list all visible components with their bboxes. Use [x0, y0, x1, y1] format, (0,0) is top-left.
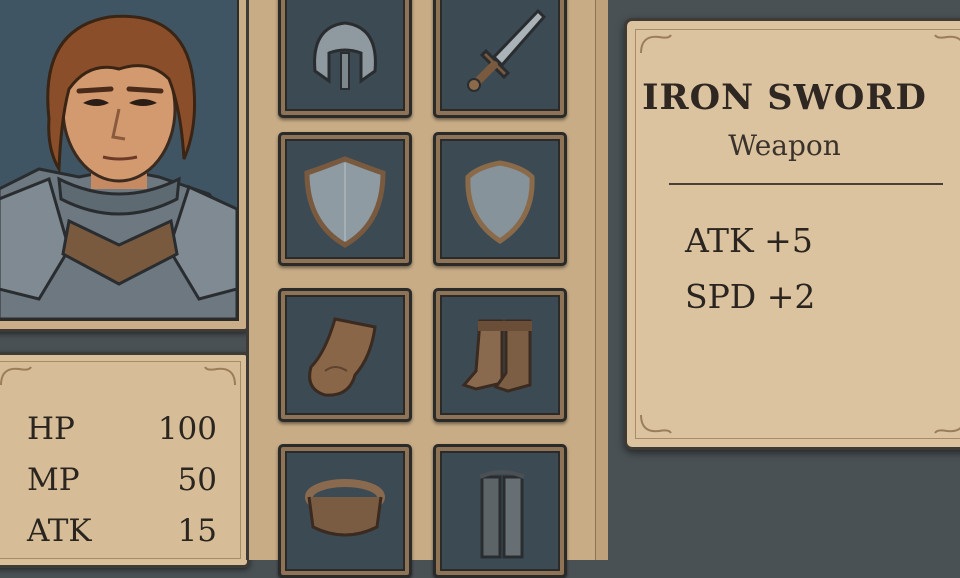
- inventory-panel-edge: [595, 0, 608, 560]
- inventory-slot-kite-shield[interactable]: [278, 132, 412, 266]
- corner-flourish-icon: [640, 34, 672, 54]
- item-bonus: ATK +5: [685, 221, 813, 260]
- stat-label: MP: [27, 462, 80, 498]
- kite-shield-icon: [304, 156, 386, 248]
- stat-row-hp: HP 100: [27, 411, 217, 451]
- helmet-icon: [313, 21, 377, 90]
- stat-value: 100: [157, 411, 217, 447]
- stat-value: 15: [177, 513, 217, 549]
- item-type: Weapon: [728, 129, 841, 162]
- inventory-slot-greaves[interactable]: [433, 444, 567, 578]
- belt-icon: [305, 479, 385, 537]
- stat-value: 50: [177, 462, 217, 498]
- inventory-slot-boots[interactable]: [433, 288, 567, 422]
- item-divider: [669, 183, 943, 185]
- gloves-icon: [308, 317, 377, 397]
- sword-icon: [467, 8, 547, 92]
- greaves-icon: [479, 470, 525, 559]
- corner-flourish-icon: [934, 34, 960, 41]
- stat-row-atk: ATK 15: [27, 513, 217, 553]
- stat-label: HP: [27, 411, 75, 447]
- character-portrait: [0, 0, 239, 321]
- inventory-slot-sword[interactable]: [433, 0, 567, 118]
- inventory-slot-helmet[interactable]: [278, 0, 412, 118]
- corner-flourish-icon: [934, 427, 960, 434]
- item-name: IRON SWORD: [642, 77, 927, 118]
- item-detail-panel: IRON SWORD Weapon ATK +5 SPD +2: [624, 18, 960, 450]
- character-portrait-image: [0, 14, 237, 319]
- item-bonus: SPD +2: [685, 277, 816, 316]
- stat-label: ATK: [27, 513, 92, 549]
- stat-row-mp: MP 50: [27, 462, 217, 502]
- corner-flourish-icon: [204, 366, 236, 386]
- boots-icon: [461, 319, 532, 393]
- round-shield-icon: [465, 160, 535, 244]
- inventory-slot-round-shield[interactable]: [433, 132, 567, 266]
- inventory-slot-belt[interactable]: [278, 444, 412, 578]
- corner-flourish-icon: [640, 414, 672, 434]
- inventory-slot-gloves[interactable]: [278, 288, 412, 422]
- stats-panel: HP 100 MP 50 ATK 15: [0, 352, 250, 568]
- character-portrait-frame: [0, 0, 250, 332]
- corner-flourish-icon: [0, 366, 32, 386]
